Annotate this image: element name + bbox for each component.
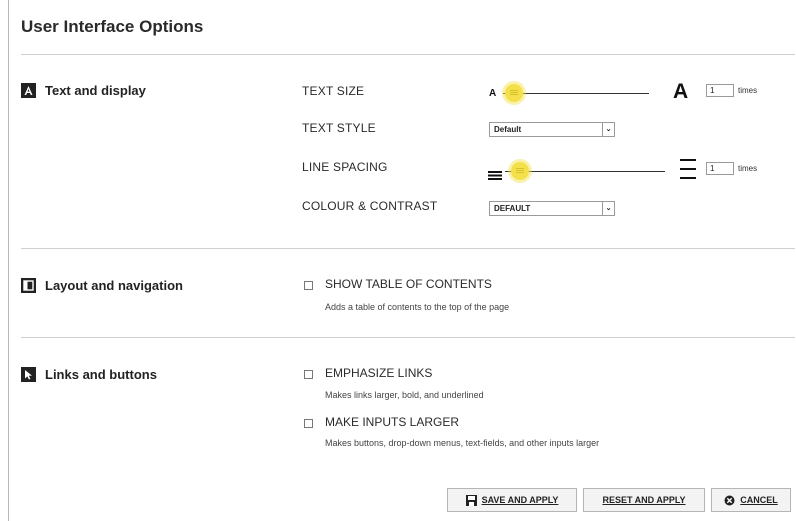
line-spacing-track[interactable]	[505, 171, 665, 172]
toc-description: Adds a table of contents to the top of t…	[325, 302, 510, 312]
section-label: Links and buttons	[45, 367, 157, 382]
section-links-buttons: Links and buttons	[21, 367, 157, 382]
save-label: SAVE AND APPLY	[481, 495, 559, 505]
colour-contrast-value: DEFAULT	[494, 204, 531, 213]
toc-checkbox[interactable]	[304, 281, 313, 290]
chevron-down-icon: ⌄	[602, 202, 614, 215]
section-label: Layout and navigation	[45, 278, 183, 293]
text-size-slider-knob[interactable]	[505, 84, 523, 102]
large-a-icon: A	[673, 80, 689, 103]
cancel-button[interactable]: CANCEL	[711, 488, 791, 512]
text-size-track[interactable]	[503, 93, 649, 94]
toc-label[interactable]: SHOW TABLE OF CONTENTS	[325, 277, 492, 291]
line-spacing-label: LINE SPACING	[302, 160, 388, 174]
text-style-value: Default	[494, 125, 522, 134]
emphasize-links-description: Makes links larger, bold, and underlined	[325, 390, 484, 400]
larger-inputs-label[interactable]: MAKE INPUTS LARGER	[325, 415, 459, 429]
colour-contrast-label: COLOUR & CONTRAST	[302, 199, 438, 213]
colour-contrast-select[interactable]: DEFAULT ⌄	[489, 201, 615, 216]
chevron-down-icon: ⌄	[602, 123, 614, 136]
larger-inputs-checkbox[interactable]	[304, 419, 313, 428]
larger-inputs-description: Makes buttons, drop-down menus, text-fie…	[325, 438, 600, 448]
reset-and-apply-button[interactable]: RESET AND APPLY	[583, 488, 705, 512]
small-a-icon: A	[489, 88, 497, 99]
divider	[21, 337, 795, 338]
divider	[21, 248, 795, 249]
save-and-apply-button[interactable]: SAVE AND APPLY	[447, 488, 577, 512]
divider	[21, 54, 795, 55]
line-spacing-input[interactable]: 1	[706, 162, 734, 175]
text-size-input[interactable]: 1	[706, 84, 734, 97]
text-display-icon	[21, 83, 36, 98]
line-spacing-large-icon	[680, 159, 696, 184]
line-spacing-small-icon	[488, 167, 502, 185]
cursor-icon	[21, 367, 36, 382]
cancel-icon	[724, 495, 735, 506]
save-icon	[465, 494, 477, 506]
line-spacing-slider-knob[interactable]	[511, 162, 529, 180]
line-spacing-unit: times	[738, 164, 758, 173]
text-style-select[interactable]: Default ⌄	[489, 122, 615, 137]
emphasize-links-checkbox[interactable]	[304, 370, 313, 379]
ui-options-panel: User Interface Options Text and display …	[8, 0, 795, 521]
panel-title: User Interface Options	[21, 17, 204, 36]
section-layout-navigation: Layout and navigation	[21, 278, 183, 293]
text-size-label: TEXT SIZE	[302, 84, 365, 98]
text-size-unit: times	[738, 86, 758, 95]
emphasize-links-label[interactable]: EMPHASIZE LINKS	[325, 366, 432, 380]
section-label: Text and display	[45, 83, 146, 98]
reset-label: RESET AND APPLY	[602, 495, 686, 505]
cancel-label: CANCEL	[740, 495, 778, 505]
layout-icon	[21, 278, 36, 293]
section-text-display: Text and display	[21, 83, 146, 98]
text-style-label: TEXT STYLE	[302, 121, 376, 135]
